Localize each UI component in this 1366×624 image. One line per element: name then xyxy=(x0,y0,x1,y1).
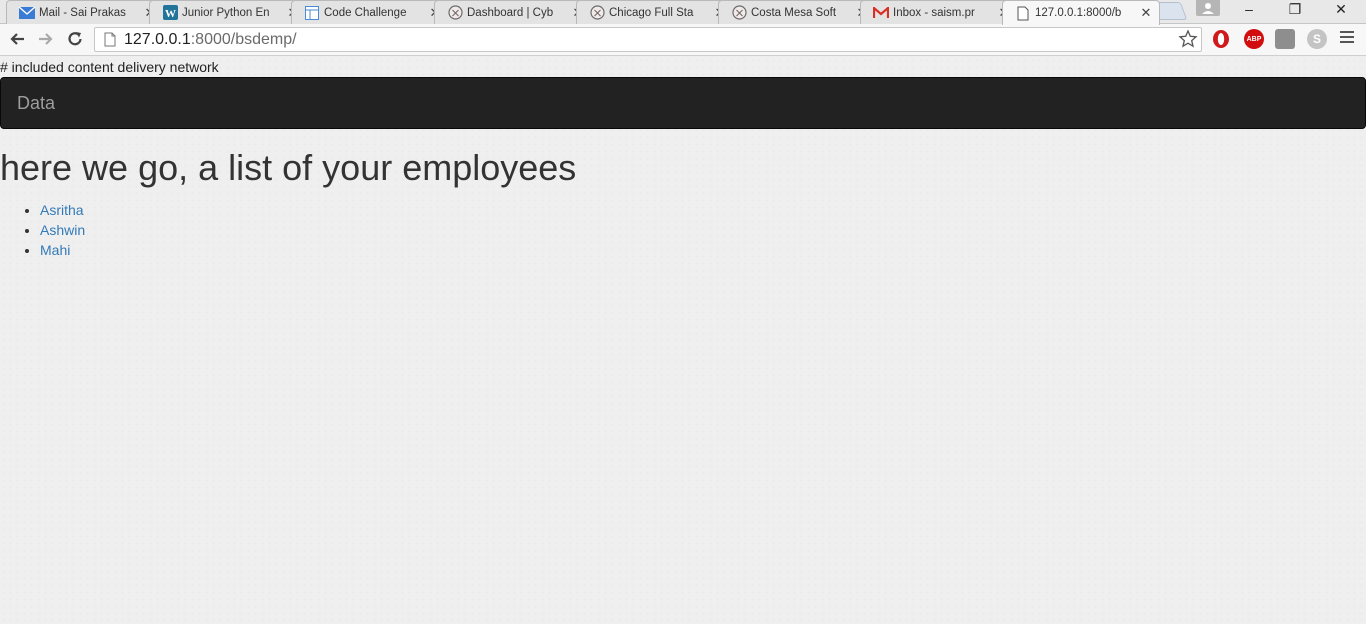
minimize-button[interactable]: – xyxy=(1226,0,1272,20)
browser-tab[interactable]: 127.0.0.1:8000/b ✕ xyxy=(1002,0,1160,25)
tab-strip: Mail - Sai Prakas✕WJunior Python En✕Code… xyxy=(0,0,1366,25)
page-title: here we go, a list of your employees xyxy=(0,147,577,188)
forward-arrow-icon xyxy=(39,33,53,45)
tab-title: Code Challenge xyxy=(324,6,407,19)
svg-text:W: W xyxy=(165,8,176,20)
browser-tab[interactable]: WJunior Python En✕ xyxy=(149,0,307,24)
gmail-icon xyxy=(873,5,889,21)
employee-link[interactable]: Mahi xyxy=(40,242,70,258)
browser-tab[interactable]: Code Challenge✕ xyxy=(291,0,449,24)
reload-button[interactable] xyxy=(64,28,86,50)
forward-button[interactable] xyxy=(35,28,57,50)
reload-icon xyxy=(68,32,82,46)
employee-list: Asritha Ashwin Mahi xyxy=(40,200,85,260)
page-icon xyxy=(1015,5,1031,21)
employee-link[interactable]: Asritha xyxy=(40,202,84,218)
page-viewport: # included content delivery network Data… xyxy=(0,57,1366,624)
url-path: :8000/bsdemp/ xyxy=(190,30,297,48)
tab-title: Inbox - saism.pr xyxy=(893,6,975,19)
back-button[interactable] xyxy=(6,28,28,50)
browser-toolbar: 127.0.0.1:8000/bsdemp/ ABP S xyxy=(0,24,1366,56)
browser-tab[interactable]: Chicago Full Sta✕ xyxy=(576,0,734,24)
bookmark-star-icon[interactable] xyxy=(1178,29,1198,49)
browser-tab[interactable]: Mail - Sai Prakas✕ xyxy=(6,0,164,24)
list-item: Asritha xyxy=(40,200,85,220)
document-icon xyxy=(304,5,320,21)
smiley-icon xyxy=(731,5,747,21)
tab-title: Dashboard | Cyb xyxy=(467,6,554,19)
tab-title: Chicago Full Sta xyxy=(609,6,694,19)
tab-title: Junior Python En xyxy=(182,6,270,19)
adblock-plus-icon[interactable]: ABP xyxy=(1244,29,1264,49)
page-icon xyxy=(102,32,118,48)
list-item: Ashwin xyxy=(40,220,85,240)
navbar: Data xyxy=(0,77,1366,129)
browser-tab[interactable]: Costa Mesa Soft✕ xyxy=(718,0,876,24)
page-comment-text: # included content delivery network xyxy=(0,59,219,75)
wordpress-icon: W xyxy=(162,5,178,21)
close-tab-icon[interactable]: ✕ xyxy=(1139,5,1153,21)
employee-link[interactable]: Ashwin xyxy=(40,222,85,238)
close-window-button[interactable]: ✕ xyxy=(1318,0,1364,20)
browser-menu-icon[interactable] xyxy=(1340,31,1354,46)
skype-icon[interactable]: S xyxy=(1307,29,1327,49)
navbar-brand-link[interactable]: Data xyxy=(17,93,55,114)
back-arrow-icon xyxy=(10,33,24,45)
list-item: Mahi xyxy=(40,240,85,260)
tab-title: Mail - Sai Prakas xyxy=(39,6,126,19)
browser-tab[interactable]: Inbox - saism.pr✕ xyxy=(860,0,1018,24)
tab-title: 127.0.0.1:8000/b xyxy=(1035,7,1122,19)
mail-icon xyxy=(19,5,35,21)
extension-icon[interactable] xyxy=(1275,29,1295,49)
tab-title: Costa Mesa Soft xyxy=(751,6,837,19)
smiley-icon xyxy=(447,5,463,21)
opera-extension-icon[interactable] xyxy=(1211,29,1231,49)
maximize-button[interactable]: ❐ xyxy=(1272,0,1318,20)
profile-icon[interactable] xyxy=(1196,0,1220,16)
address-bar[interactable]: 127.0.0.1:8000/bsdemp/ xyxy=(94,27,1202,52)
browser-tab[interactable]: Dashboard | Cyb✕ xyxy=(434,0,592,24)
smiley-icon xyxy=(589,5,605,21)
url-host: 127.0.0.1 xyxy=(124,30,191,48)
